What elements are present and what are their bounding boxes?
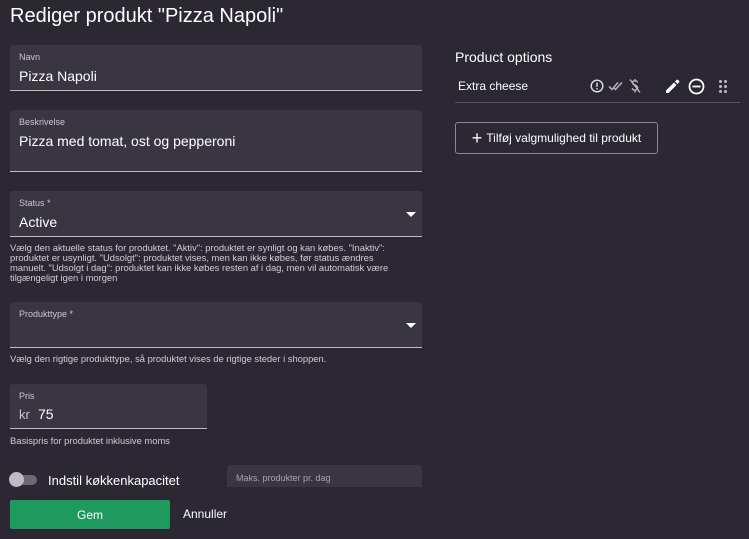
max-products-placeholder: Maks. produkter pr. dag [236,473,331,483]
description-label: Beskrivelse [19,117,66,127]
description-value: Pizza med tomat, ost og pepperoni [19,133,236,149]
price-helper-text: Basispris for produktet inklusive moms [10,435,170,446]
product-type-helper-text: Vælg den rigtige produkttype, så produkt… [10,353,327,364]
dropdown-arrow-icon [406,323,416,328]
description-field[interactable]: Beskrivelse Pizza med tomat, ost og pepp… [10,110,422,172]
status-select[interactable]: Status * Active [10,191,422,237]
save-button[interactable]: Gem [10,500,170,529]
toggle-thumb [9,472,24,487]
price-value: 75 [38,406,54,422]
status-value: Active [19,214,58,230]
status-helper-text: Vælg den aktuelle status for produktet. … [10,242,389,283]
kitchen-capacity-label: Indstil køkkenkapacitet [48,473,180,488]
name-label: Navn [19,52,41,62]
product-type-label: Produkttype * [19,309,74,319]
no-dollar-icon [629,79,641,93]
cancel-button[interactable]: Annuller [183,507,227,521]
name-value: Pizza Napoli [19,68,97,84]
drag-handle-icon[interactable] [718,79,728,94]
price-field[interactable]: Pris kr 75 [10,384,207,429]
product-type-select[interactable]: Produkttype * [10,302,422,348]
max-products-field: Maks. produkter pr. dag [227,465,422,487]
name-field[interactable]: Navn Pizza Napoli [10,45,422,91]
double-check-icon [608,82,623,91]
option-name: Extra cheese [458,79,529,93]
add-option-label: Tilføj valgmulighed til produkt [486,131,642,145]
save-button-label: Gem [76,507,103,522]
alert-circle-icon [590,79,604,93]
price-label: Pris [19,391,35,401]
currency-prefix: kr [19,407,30,422]
status-label: Status * [19,198,51,208]
options-panel-title: Product options [455,49,553,65]
page-title: Rediger produkt "Pizza Napoli" [10,5,284,27]
add-option-button[interactable]: + Tilføj valgmulighed til produkt [455,122,658,154]
kitchen-capacity-toggle[interactable] [9,472,39,487]
dropdown-arrow-icon [406,212,416,217]
edit-pencil-icon[interactable] [664,78,681,95]
option-row: Extra cheese [455,72,740,103]
plus-icon: + [471,128,483,148]
remove-circle-icon[interactable] [688,78,705,95]
